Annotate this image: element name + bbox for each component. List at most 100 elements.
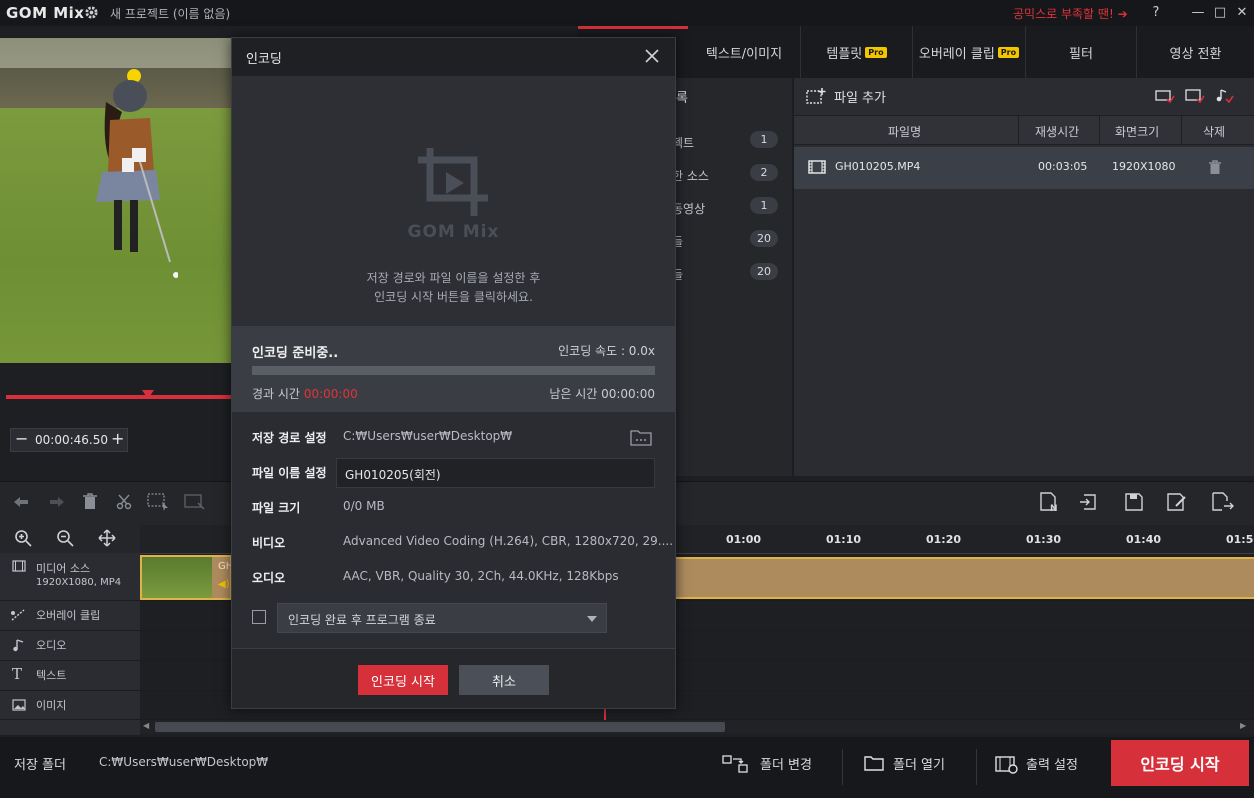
start-encoding-button[interactable]: 인코딩 시작 — [358, 665, 448, 695]
select-audio-icon[interactable] — [1215, 88, 1235, 104]
redo-icon[interactable] — [48, 494, 66, 510]
project-title: 새 프로젝트 (이름 없음) — [110, 7, 231, 21]
output-settings-icon[interactable] — [995, 753, 1019, 775]
dialog-logo-text: GOM Mix — [407, 222, 500, 242]
file-duration: 00:03:05 — [1038, 160, 1088, 173]
close-window-button[interactable]: ✕ — [1232, 3, 1252, 23]
save-project-icon[interactable] — [1124, 492, 1144, 512]
delete-icon[interactable] — [82, 493, 98, 510]
file-table-header: 파일명 재생시간 화면크기 삭제 — [794, 115, 1254, 145]
file-size-row: 파일 크기 0/0 MB — [252, 499, 385, 515]
file-name-input[interactable]: GH010205(회전) — [336, 458, 655, 488]
dialog-hint-line1: 저장 경로와 파일 이름을 설정한 후 — [366, 271, 541, 285]
source-category-item[interactable]: 동영상 1 — [672, 197, 792, 219]
encode-start-button[interactable]: 인코딩 시작 — [1111, 740, 1249, 786]
col-delete: 삭제 — [1203, 125, 1226, 139]
split-clip-icon[interactable] — [184, 493, 206, 511]
audio-info-value: AAC, VBR, Quality 30, 2Ch, 44.0KHz, 128K… — [343, 569, 619, 583]
timeline-clip[interactable]: GH ◀) — [140, 555, 233, 600]
select-range-icon[interactable] — [147, 493, 171, 511]
save-folder-label: 저장 폴더 — [14, 758, 66, 773]
crop-play-icon — [416, 146, 492, 218]
output-settings-button[interactable]: 출력 설정 — [1026, 754, 1078, 773]
plus-icon[interactable]: + — [111, 429, 124, 448]
col-resolution[interactable]: 화면크기 — [1115, 123, 1159, 140]
scrollbar-thumb[interactable] — [155, 722, 725, 732]
open-project-icon[interactable] — [1078, 492, 1100, 512]
app-logo: GOM Mix — [6, 4, 85, 22]
source-list-header: 록 — [676, 91, 688, 106]
tab-template[interactable]: 템플릿 Pro — [801, 26, 913, 78]
track-media-info: 1920X1080, MP4 — [36, 577, 122, 588]
tab-transition[interactable]: 영상 전환 — [1137, 26, 1254, 78]
source-category-item[interactable]: 젝트 1 — [672, 131, 792, 153]
table-row[interactable]: GH010205.MP4 00:03:05 1920X1080 — [794, 147, 1254, 189]
file-size-value: 0/0 MB — [343, 499, 385, 513]
add-file-button[interactable]: 파일 추가 — [834, 87, 886, 106]
add-file-icon[interactable] — [806, 87, 826, 105]
tab-filter[interactable]: 필터 — [1026, 26, 1137, 78]
ruler-tick: 01:40 — [1126, 533, 1162, 546]
tab-text-image[interactable]: 텍스트/이미지 — [688, 26, 801, 78]
encoding-speed: 인코딩 속도 : 0.0x — [558, 344, 655, 358]
save-as-icon[interactable] — [1166, 492, 1188, 512]
col-duration[interactable]: 재생시간 — [1035, 123, 1079, 140]
scroll-right-icon[interactable]: ▶ — [1240, 721, 1246, 730]
source-category-item[interactable]: 들 20 — [672, 230, 792, 252]
fit-timeline-icon[interactable] — [98, 529, 116, 547]
select-all-icon[interactable] — [1155, 88, 1175, 104]
video-info-value: Advanced Video Coding (H.264), CBR, 1280… — [343, 534, 674, 548]
clip-thumbnail — [142, 557, 212, 598]
minimize-button[interactable]: — — [1188, 3, 1208, 23]
timecode-stepper[interactable]: − 00:00:46.50 + — [10, 428, 128, 452]
change-folder-icon[interactable] — [722, 753, 750, 775]
elapsed-time: 경과 시간 00:00:00 — [252, 387, 358, 401]
cancel-button[interactable]: 취소 — [459, 665, 549, 695]
encoding-status: 인코딩 준비중.. — [252, 346, 339, 361]
timecode: 00:00:46.50 — [35, 433, 108, 447]
encoding-status-panel: 인코딩 준비중.. 인코딩 속도 : 0.0x 경과 시간 00:00:00 남… — [232, 326, 675, 412]
gear-icon[interactable] — [84, 5, 99, 20]
zoom-out-icon[interactable] — [56, 529, 74, 547]
trash-icon[interactable] — [1208, 160, 1222, 175]
scroll-left-icon[interactable]: ◀ — [143, 721, 149, 730]
after-encode-dropdown[interactable]: 인코딩 완료 후 프로그램 종료 — [277, 603, 607, 633]
close-icon[interactable] — [644, 48, 660, 64]
new-project-icon[interactable]: N — [1039, 492, 1061, 512]
ruler-tick: 01:50 — [1226, 533, 1254, 546]
zoom-in-icon[interactable] — [14, 529, 32, 547]
exit-after-checkbox[interactable] — [252, 610, 266, 624]
svg-text:N: N — [1050, 504, 1058, 512]
dialog-header: 인코딩 — [232, 38, 675, 76]
select-video-icon[interactable] — [1185, 88, 1205, 104]
ruler-tick: 01:20 — [926, 533, 962, 546]
music-icon — [12, 638, 26, 652]
active-tab-indicator — [578, 26, 688, 29]
tab-overlay-clip[interactable]: 오버레이 클립 Pro — [913, 26, 1026, 78]
open-folder-button[interactable]: 폴더 열기 — [893, 754, 945, 773]
feature-tabs: 텍스트/이미지 템플릿 Pro 오버레이 클립 Pro 필터 영상 전환 — [578, 26, 1254, 78]
ruler-tick: 01:10 — [826, 533, 862, 546]
timeline-clip-body[interactable] — [676, 557, 1254, 599]
playback-progress[interactable] — [6, 395, 232, 399]
video-preview — [0, 38, 232, 363]
change-folder-button[interactable]: 폴더 변경 — [760, 754, 812, 773]
elapsed-value: 00:00:00 — [303, 387, 358, 401]
image-icon — [12, 699, 26, 711]
maximize-button[interactable]: □ — [1210, 3, 1230, 23]
help-button[interactable]: ? — [1146, 3, 1166, 23]
folder-browse-icon[interactable] — [630, 429, 652, 446]
overlay-icon — [10, 608, 26, 622]
col-filename[interactable]: 파일명 — [888, 123, 921, 140]
dialog-footer: 인코딩 시작 취소 — [232, 648, 675, 708]
cut-icon[interactable] — [116, 494, 132, 510]
minus-icon[interactable]: − — [15, 429, 28, 448]
source-category-item[interactable]: 한 소스 2 — [672, 164, 792, 186]
undo-icon[interactable] — [12, 494, 30, 510]
export-icon[interactable] — [1211, 492, 1235, 512]
folder-icon[interactable] — [864, 755, 884, 771]
source-category-item[interactable]: 들 20 — [672, 263, 792, 285]
timeline-playhead[interactable] — [604, 708, 606, 720]
promo-link[interactable]: 공믹스로 부족할 땐! ➔ — [1013, 5, 1128, 22]
playhead-handle[interactable] — [142, 390, 154, 399]
